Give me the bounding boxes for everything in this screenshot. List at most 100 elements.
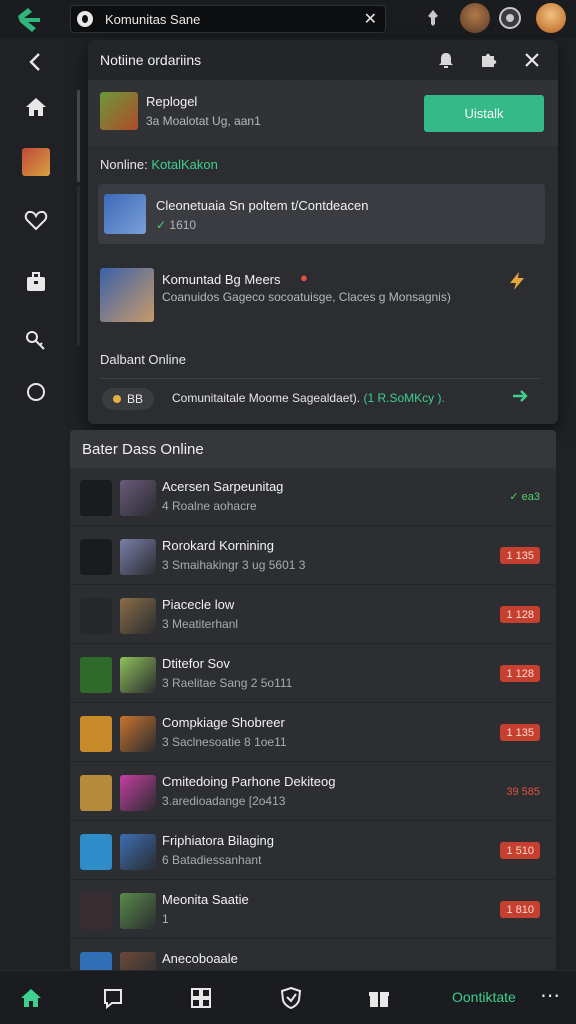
user-avatar[interactable] [536,3,566,33]
rank-emblem-icon [80,480,112,516]
notification-card[interactable]: Cleonetuaia Sn poltem t/Contdeacen ✓ 161… [98,184,545,244]
search-value: Komunitas Sane [105,12,201,27]
list-row[interactable]: Dtitefor Sov 3 Raelitae Sang 2 5o111 1 128 [70,645,556,703]
bell-icon[interactable] [436,50,456,70]
player-name: Friphiatora Bilaging [162,833,275,848]
character-avatar [100,268,154,322]
list-row[interactable]: Meonita Saatie 1 1 810 [70,881,556,939]
status-pill[interactable]: BB [102,388,154,410]
grid-icon[interactable] [188,985,214,1011]
footer-green: (1 R.SoMKcy ). [363,391,445,405]
player-avatar [120,775,156,811]
scroll-track [77,186,80,346]
player-avatar [120,539,156,575]
key-icon[interactable] [22,326,50,354]
game-avatar [100,92,138,130]
section-value: KotalKakon [151,157,218,172]
settings-circle-icon[interactable] [498,6,522,30]
player-avatar [120,598,156,634]
rank-emblem-icon [80,834,112,870]
rank-emblem-icon [80,952,112,970]
player-name: Piacecle low [162,597,235,612]
player-sub: 1 [162,912,169,926]
arrow-right-icon[interactable] [510,386,530,406]
section-label: Nonline: [100,157,148,172]
back-arrow-icon[interactable] [22,48,50,76]
search-icon [77,11,93,27]
check-icon: ✓ [156,218,167,232]
player-name: Rorokard Kornining [162,538,275,553]
scrollbar[interactable] [77,90,80,182]
status-badge: 1 810 [500,901,540,918]
player-avatar [120,893,156,929]
status-badge: 1 128 [500,665,540,682]
notification-item-name: Replogel [146,94,198,109]
player-avatar [120,480,156,516]
card-title: Cleonetuaia Sn poltem t/Contdeacen [156,198,369,213]
lightning-icon[interactable] [506,270,528,292]
close-icon[interactable] [522,50,542,70]
status-badge: 1 135 [500,724,540,741]
card-avatar [104,194,146,234]
player-name: Meonita Saatie [162,892,249,907]
rank-emblem-icon [80,775,112,811]
list-row[interactable]: Compkiage Shobreer 3 Saclnesoatie 8 1oe11… [70,704,556,762]
player-avatar [120,952,156,970]
status-badge: 1 510 [500,842,540,859]
list-row[interactable]: Cmitedoing Parhone Dekiteog 3.aredioadang… [70,763,556,821]
bottom-nav: Oontiktate ⋯ [0,970,576,1024]
dot-icon [112,395,121,403]
pin-icon[interactable] [424,8,442,28]
player-name: Cmitedoing Parhone Dekiteog [162,774,336,789]
player-sub: 3 Saclnesoatie 8 1oe11 [162,735,287,749]
list-row[interactable]: Anecoboaale [70,940,556,970]
list-row[interactable]: Piacecle low 3 Meatiterhanl 1 128 [70,586,556,644]
player-name: Compkiage Shobreer [162,715,285,730]
player-sub: 4 Roalne aohacre [162,499,257,513]
footer-text: Comunitaitale Moome Sagealdaet). (1 R.So… [172,391,445,405]
circle-icon[interactable] [22,378,50,406]
player-avatar [120,834,156,870]
divider [100,378,542,379]
notification-entry-title: Komuntad Bg Meers [162,272,281,287]
online-label: Dalbant Online [100,352,186,367]
rank-emblem-icon [80,716,112,752]
shield-icon[interactable] [278,985,304,1011]
gift-icon[interactable] [366,985,392,1011]
rank-emblem-icon [80,657,112,693]
player-sub: 3 Smaihakingr 3 ug 5601 3 [162,558,306,572]
player-name: Anecoboaale [162,951,238,966]
puzzle-icon[interactable] [478,50,498,70]
notification-entry-sub: Coanuidos Gageco socoatuisge, Claces g M… [162,290,451,304]
list-row[interactable]: Acersen Sarpeunitag 4 Roalne aohacre ✓ ea3 [70,468,556,526]
top-bar: Komunitas Sane ✕ [0,0,576,38]
game-thumbnail-icon[interactable] [22,148,50,176]
rank-emblem-icon [80,539,112,575]
app-logo-icon[interactable] [14,4,44,34]
list-title: Bater Dass Online [82,441,204,458]
player-sub: 3 Meatiterhanl [162,617,239,631]
player-sub: 3 Raelitae Sang 2 5o111 [162,676,293,690]
contact-label[interactable]: Oontiktate [452,989,516,1005]
character-avatar-icon[interactable] [460,3,490,33]
status-badge: 1 128 [500,606,540,623]
rank-emblem-icon [80,893,112,929]
install-button[interactable]: Uistalk [424,95,544,132]
home-icon[interactable] [22,93,50,121]
pill-label: BB [126,392,143,406]
home-icon[interactable] [18,985,44,1011]
footer-main: Comunitaitale Moome Sagealdaet). [172,391,361,405]
more-options-icon[interactable]: ⋯ [540,983,560,1008]
player-sub: 6 Batadiessanhant [162,853,262,867]
heart-icon[interactable] [22,206,50,234]
chat-icon[interactable] [100,985,126,1011]
briefcase-icon[interactable] [22,268,50,296]
list-row[interactable]: Friphiatora Bilaging 6 Batadiessanhant 1 5… [70,822,556,880]
player-avatar [120,657,156,693]
list-row[interactable]: Rorokard Kornining 3 Smaihakingr 3 ug 560… [70,527,556,585]
status-badge: ✓ ea3 [509,491,540,503]
close-icon[interactable]: ✕ [364,9,377,29]
search-input[interactable]: Komunitas Sane ✕ [70,5,386,33]
sidebar [0,38,70,970]
status-badge: 1 135 [500,547,540,564]
